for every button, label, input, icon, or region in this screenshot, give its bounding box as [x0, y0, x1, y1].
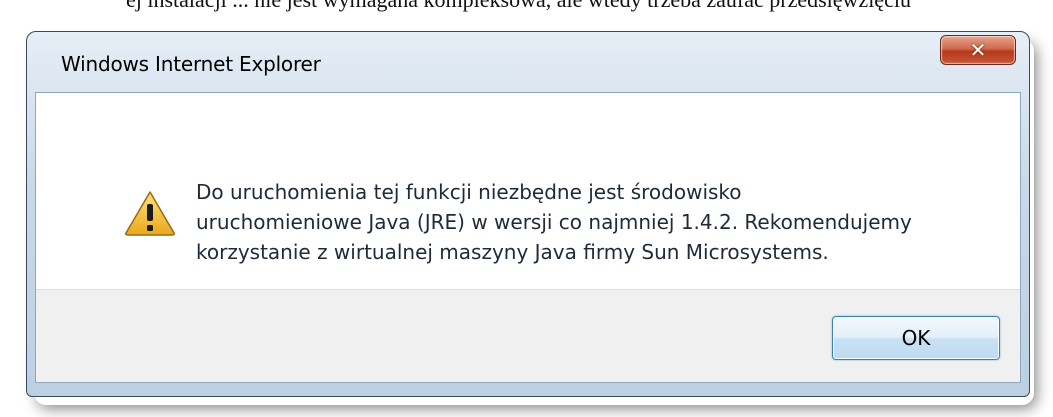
background-page-text: ej instalacji ... nie jest wymagana komp… — [0, 0, 1053, 14]
message-dialog: Windows Internet Explorer ✕ Do uruchomie… — [26, 31, 1030, 397]
dialog-content: Do uruchomienia tej funkcji niezbędne je… — [35, 92, 1021, 383]
dialog-message: Do uruchomienia tej funkcji niezbędne je… — [196, 180, 912, 264]
close-icon: ✕ — [969, 38, 987, 62]
warning-icon — [125, 191, 175, 236]
dialog-title: Windows Internet Explorer — [61, 52, 321, 76]
close-button[interactable]: ✕ — [940, 35, 1016, 65]
ok-button[interactable]: OK — [832, 316, 1000, 360]
